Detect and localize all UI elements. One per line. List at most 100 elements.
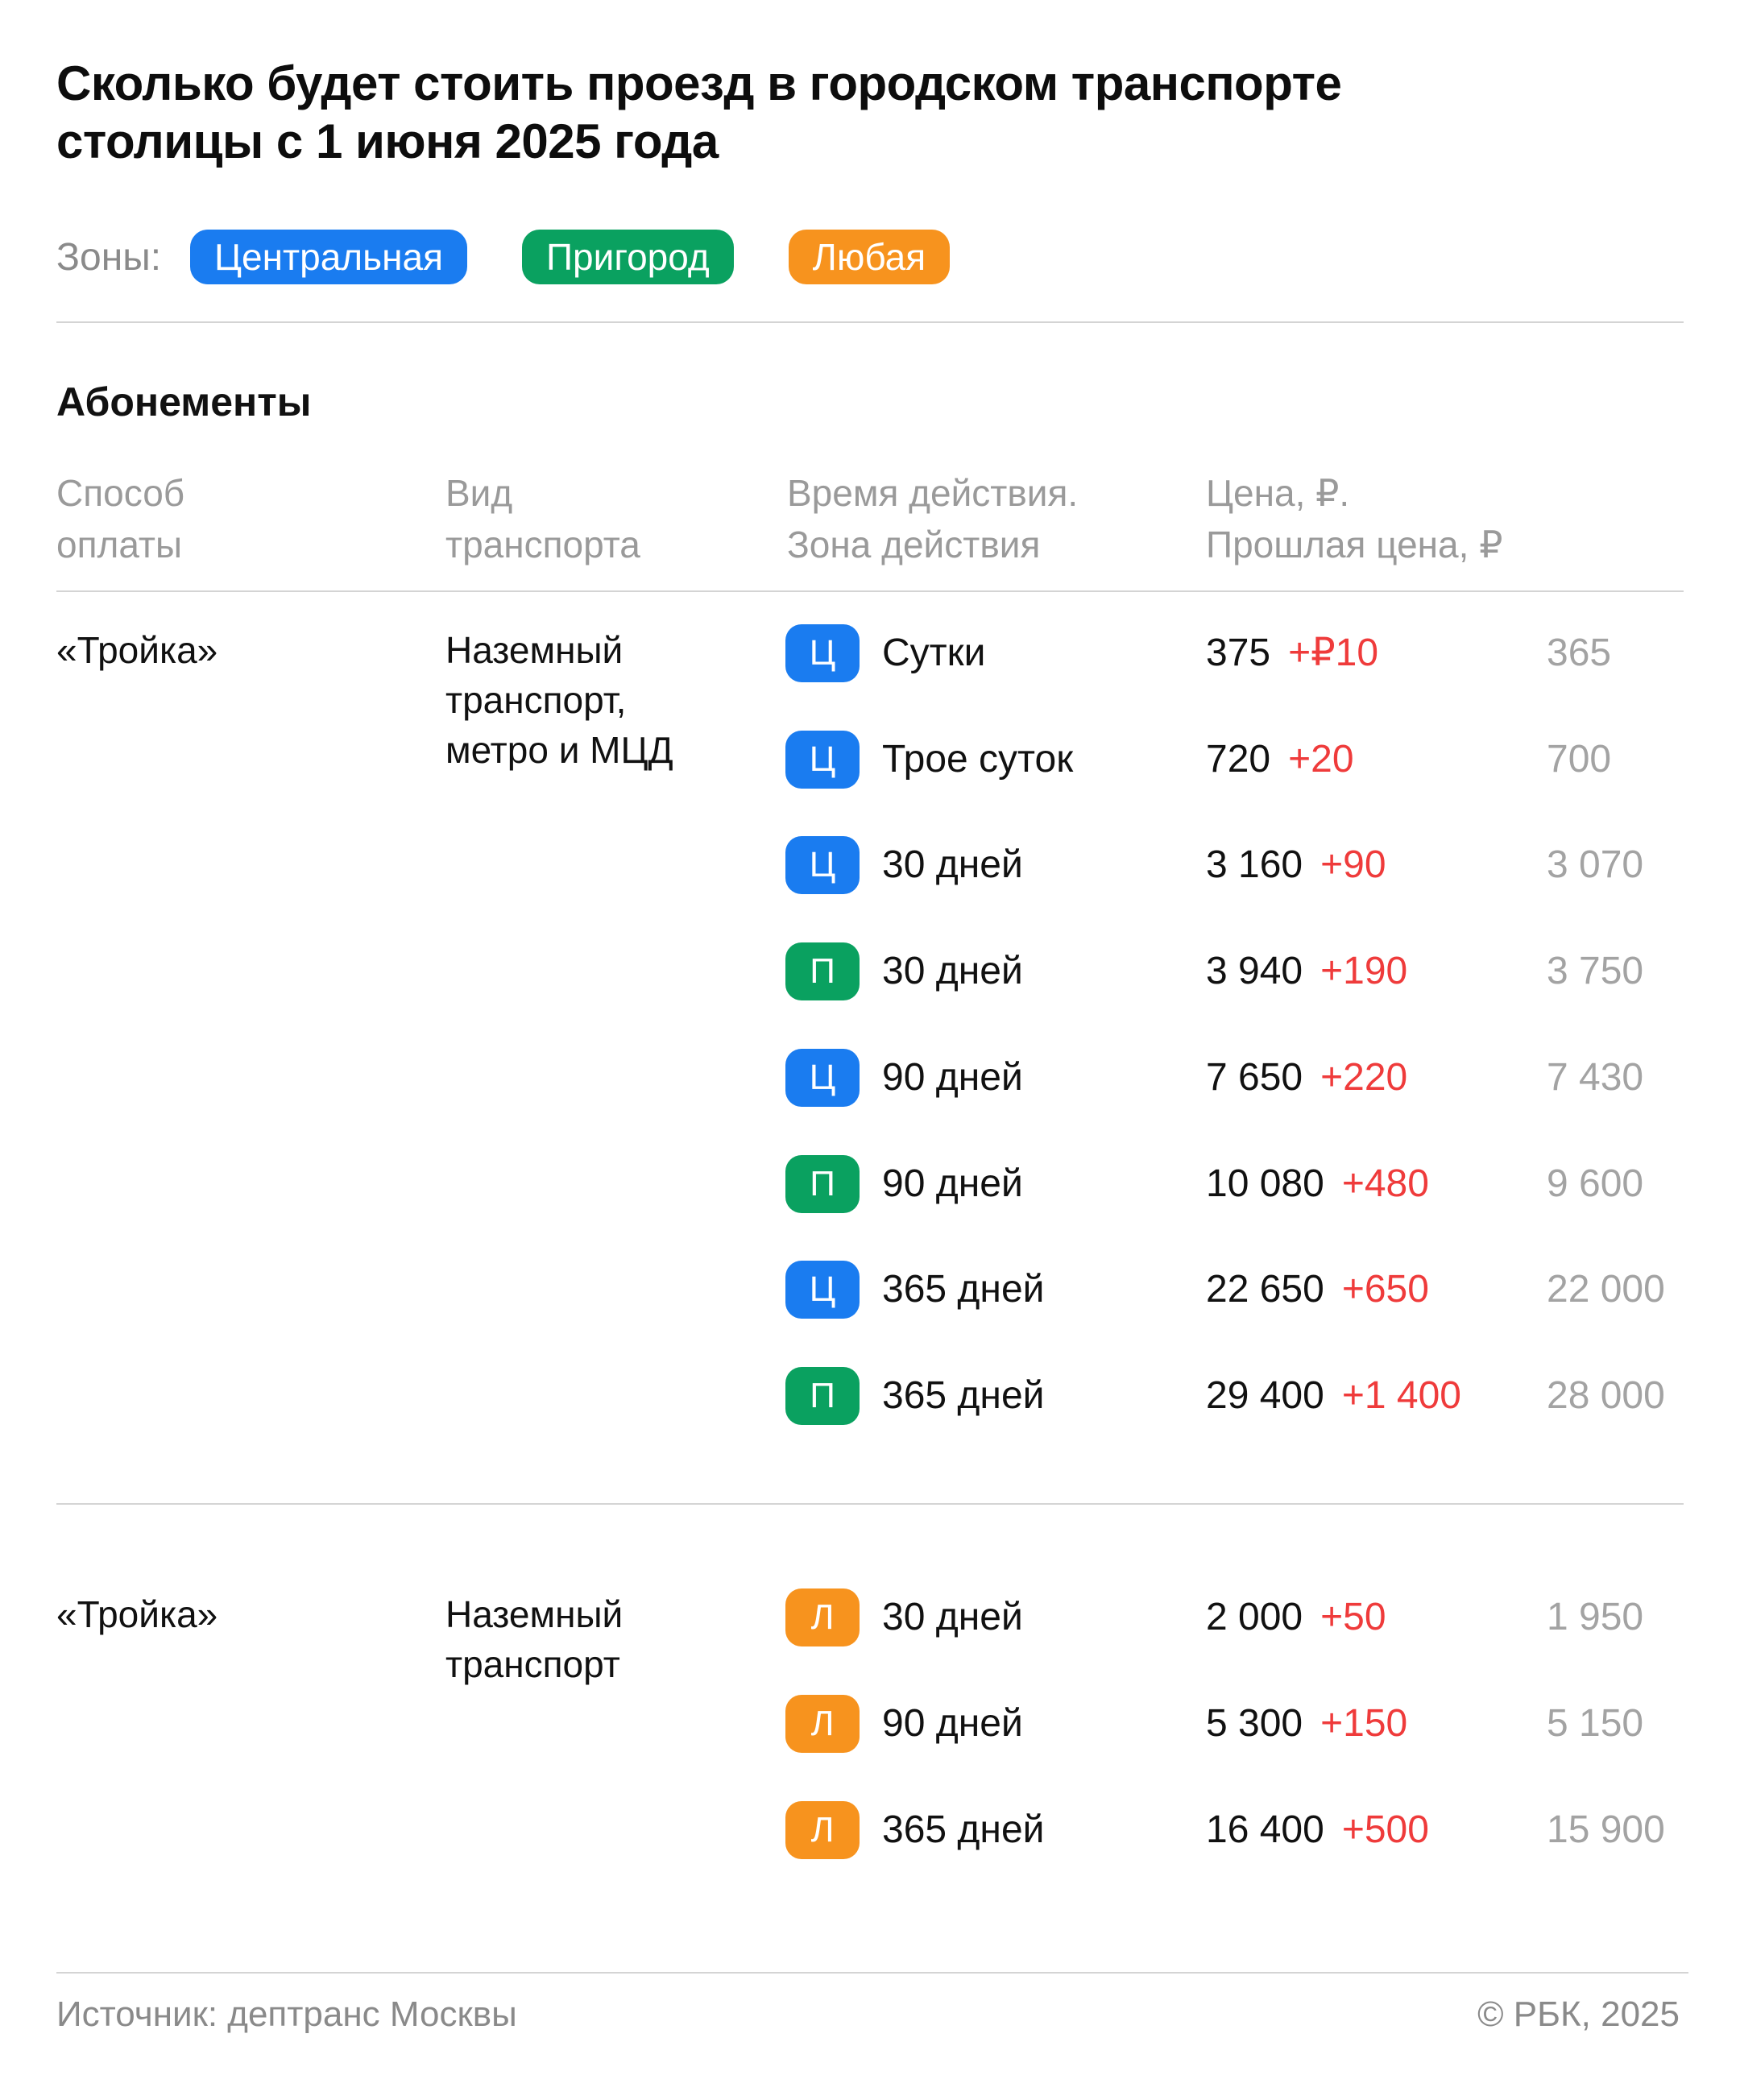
price-increase: +220 — [1320, 1056, 1408, 1099]
price-cell: 16 400 +500 — [1206, 1805, 1429, 1855]
price-increase: +480 — [1341, 1162, 1429, 1205]
price-increase: +₽10 — [1288, 632, 1379, 674]
column-header-line: Зона действия — [787, 524, 1041, 565]
column-header-line: транспорта — [445, 524, 640, 565]
zone-badge: Ц — [785, 1261, 860, 1319]
validity-duration: 90 дней — [882, 1702, 1023, 1745]
price-cell: 3 940 +190 — [1206, 946, 1407, 996]
validity-duration: 365 дней — [882, 1808, 1045, 1851]
column-header-line: Цена, ₽. — [1206, 472, 1350, 514]
title-line-1: Сколько будет стоить проезд в городском … — [56, 56, 1342, 110]
table-row: П 30 дней 3 940 +190 3 750 — [0, 942, 1740, 1000]
column-header-line: Прошлая цена, ₽ — [1206, 524, 1503, 565]
price-increase: +20 — [1288, 738, 1354, 781]
new-price: 29 400 — [1206, 1374, 1324, 1417]
zone-badge: Л — [785, 1801, 860, 1859]
column-header-transport: Вид транспорта — [445, 467, 640, 570]
price-cell: 3 160 +90 — [1206, 840, 1386, 890]
validity-duration: 90 дней — [882, 1056, 1023, 1099]
new-price: 22 650 — [1206, 1268, 1324, 1311]
zone-badge: Л — [785, 1695, 860, 1753]
previous-price: 1 950 — [1547, 1596, 1644, 1638]
table-row: Л 365 дней 16 400 +500 15 900 — [0, 1801, 1740, 1859]
page-title: Сколько будет стоить проезд в городском … — [56, 55, 1587, 171]
previous-price: 28 000 — [1547, 1374, 1665, 1417]
zones-label: Зоны: — [56, 235, 162, 279]
table-row: Л 90 дней 5 300 +150 5 150 — [0, 1695, 1740, 1753]
price-increase: +50 — [1320, 1596, 1386, 1638]
price-increase: +90 — [1320, 843, 1386, 886]
column-header-line: Способ — [56, 472, 185, 514]
previous-price: 365 — [1547, 632, 1612, 674]
zone-badge: П — [785, 1155, 860, 1213]
column-header-validity: Время действия. Зона действия — [787, 467, 1078, 570]
table-row: Ц 365 дней 22 650 +650 22 000 — [0, 1261, 1740, 1319]
validity-duration: 30 дней — [882, 1596, 1023, 1638]
zone-badge: Ц — [785, 731, 860, 789]
divider-top — [56, 321, 1684, 323]
previous-price: 7 430 — [1547, 1056, 1644, 1099]
previous-price: 9 600 — [1547, 1162, 1644, 1205]
price-cell: 2 000 +50 — [1206, 1593, 1386, 1642]
source-note: Источник: дептранс Москвы — [56, 1994, 517, 2034]
divider-footer — [56, 1972, 1688, 1974]
previous-price: 3 070 — [1547, 843, 1644, 886]
zone-badge: Ц — [785, 624, 860, 682]
table-row: Л 30 дней 2 000 +50 1 950 — [0, 1588, 1740, 1646]
price-cell: 7 650 +220 — [1206, 1053, 1407, 1103]
previous-price: 22 000 — [1547, 1268, 1665, 1311]
validity-duration: 365 дней — [882, 1268, 1045, 1311]
validity-duration: 30 дней — [882, 950, 1023, 992]
validity-duration: Сутки — [882, 632, 986, 674]
new-price: 16 400 — [1206, 1808, 1324, 1851]
validity-duration: Трое суток — [882, 738, 1074, 781]
table-row: Ц Трое суток 720 +20 700 — [0, 731, 1740, 789]
price-cell: 5 300 +150 — [1206, 1699, 1407, 1749]
price-increase: +150 — [1320, 1702, 1408, 1745]
zones-legend: Зоны: Центральная Пригород Любая — [56, 230, 1005, 284]
section-title: Абонементы — [56, 379, 312, 425]
previous-price: 700 — [1547, 738, 1612, 781]
price-increase: +500 — [1341, 1808, 1429, 1851]
zone-pill-central: Центральная — [190, 230, 467, 284]
previous-price: 5 150 — [1547, 1702, 1644, 1745]
validity-duration: 90 дней — [882, 1162, 1023, 1205]
price-increase: +190 — [1320, 950, 1408, 992]
previous-price: 15 900 — [1547, 1808, 1665, 1851]
price-cell: 22 650 +650 — [1206, 1265, 1429, 1315]
zone-badge: Ц — [785, 836, 860, 894]
transport-line: транспорт, — [445, 679, 627, 721]
transport-line: транспорт — [445, 1643, 620, 1685]
column-header-payment: Способ оплаты — [56, 467, 184, 570]
price-cell: 10 080 +480 — [1206, 1159, 1429, 1209]
previous-price: 3 750 — [1547, 950, 1644, 992]
validity-duration: 365 дней — [882, 1374, 1045, 1417]
new-price: 7 650 — [1206, 1056, 1303, 1099]
price-cell: 375 +₽10 — [1206, 628, 1378, 678]
zone-badge: П — [785, 942, 860, 1000]
new-price: 10 080 — [1206, 1162, 1324, 1205]
new-price: 375 — [1206, 632, 1271, 674]
table-row: Ц Сутки 375 +₽10 365 — [0, 624, 1740, 682]
zone-pill-any: Любая — [788, 230, 951, 284]
new-price: 720 — [1206, 738, 1271, 781]
title-line-2: столицы с 1 июня 2025 года — [56, 114, 719, 168]
zone-badge: Ц — [785, 1049, 860, 1107]
infographic: Сколько будет стоить проезд в городском … — [0, 0, 1740, 2100]
table-row: Ц 90 дней 7 650 +220 7 430 — [0, 1049, 1740, 1107]
column-header-line: оплаты — [56, 524, 183, 565]
new-price: 3 160 — [1206, 843, 1303, 886]
validity-duration: 30 дней — [882, 843, 1023, 886]
table-row: П 365 дней 29 400 +1 400 28 000 — [0, 1367, 1740, 1425]
zone-badge: П — [785, 1367, 860, 1425]
table-row: П 90 дней 10 080 +480 9 600 — [0, 1155, 1740, 1213]
column-header-line: Время действия. — [787, 472, 1079, 514]
table-row: Ц 30 дней 3 160 +90 3 070 — [0, 836, 1740, 894]
copyright: © РБК, 2025 — [1477, 1994, 1680, 2034]
price-increase: +1 400 — [1341, 1374, 1461, 1417]
price-increase: +650 — [1341, 1268, 1429, 1311]
zone-badge: Л — [785, 1588, 860, 1646]
price-cell: 29 400 +1 400 — [1206, 1371, 1461, 1421]
column-header-price: Цена, ₽. Прошлая цена, ₽ — [1206, 467, 1502, 570]
zone-pill-suburb: Пригород — [521, 230, 734, 284]
